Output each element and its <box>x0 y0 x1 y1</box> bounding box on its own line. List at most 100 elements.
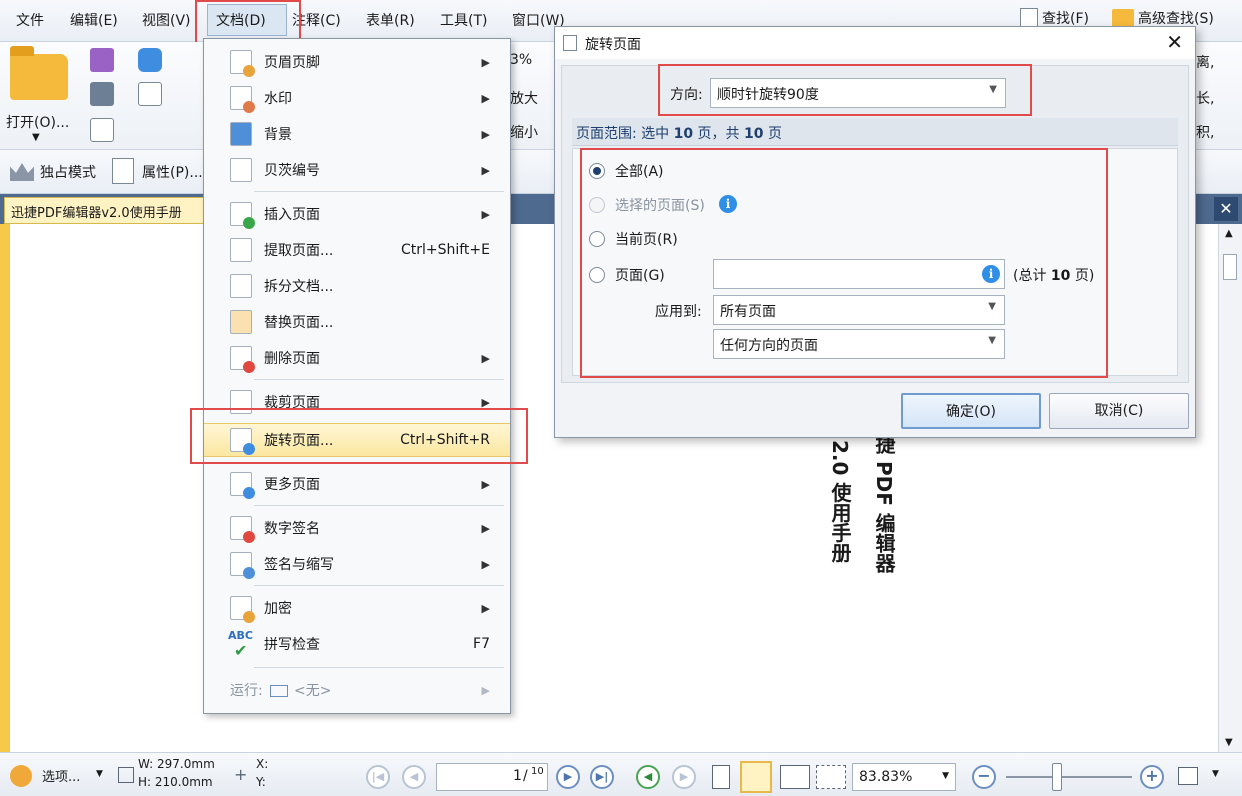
fit-page-icon[interactable] <box>1178 767 1198 785</box>
zoom-select[interactable]: 83.83% ▼ <box>852 763 956 791</box>
radio-all[interactable] <box>589 163 605 179</box>
advanced-find-button[interactable]: 高级查找(S) <box>1112 8 1214 28</box>
menu-item-insert-page[interactable]: 插入页面 ▶ <box>204 197 510 231</box>
open-dropdown-icon[interactable]: ▼ <box>32 132 40 143</box>
dialog-body: 方向: 顺时针旋转90度 ▼ 页面范围: 选中 10 页，共 10 页 全部(A… <box>561 65 1189 383</box>
continuous-page-icon[interactable] <box>740 761 772 793</box>
menu-edit[interactable]: 编辑(E) <box>70 10 118 30</box>
insert-page-icon <box>230 202 255 229</box>
cursor-position-icon: + <box>234 765 248 784</box>
pages-info-icon[interactable]: i <box>982 265 1000 283</box>
menu-item-spell-check[interactable]: ABC ✔ 拼写检查 F7 <box>204 627 510 661</box>
menu-item-rotate-page[interactable]: 旋转页面... Ctrl+Shift+R <box>204 423 510 457</box>
last-page-icon[interactable]: ▶| <box>590 765 614 789</box>
split-document-icon <box>230 274 252 298</box>
menu-item-label: 拼写检查 <box>264 637 320 653</box>
menu-item-label: 提取页面... <box>264 243 334 259</box>
menu-item-extract-page[interactable]: 提取页面... Ctrl+Shift+E <box>204 233 510 267</box>
radio-pages[interactable] <box>589 267 605 283</box>
bates-number-icon <box>230 158 252 182</box>
more-options-icon[interactable]: ▼ <box>1212 769 1219 779</box>
ribbon-right-label-3[interactable]: 积, <box>1196 122 1214 142</box>
menu-item-delete-page[interactable]: 删除页面 ▶ <box>204 341 510 375</box>
advanced-find-label: 高级查找(S) <box>1138 11 1214 27</box>
ribbon-right-label-2[interactable]: 长, <box>1196 88 1214 108</box>
menu-item-split-document[interactable]: 拆分文档... <box>204 269 510 303</box>
save-icon[interactable] <box>90 48 114 72</box>
page-number-input[interactable]: 1 / 10 <box>436 763 548 791</box>
export-icon[interactable] <box>90 118 114 142</box>
crown-icon[interactable] <box>10 163 34 181</box>
document-tab[interactable]: 迅捷PDF编辑器v2.0使用手册 <box>4 197 204 224</box>
options-gear-icon[interactable] <box>10 765 32 787</box>
menu-item-watermark[interactable]: 水印 ▶ <box>204 81 510 115</box>
back-icon[interactable]: ◀ <box>636 765 660 789</box>
menu-item-crop-page[interactable]: 裁剪页面 ▶ <box>204 385 510 419</box>
facing-pages-icon[interactable] <box>780 765 810 789</box>
continuous-facing-icon[interactable] <box>816 765 846 789</box>
menu-form[interactable]: 表单(R) <box>366 10 415 30</box>
first-page-icon[interactable]: |◀ <box>366 765 390 789</box>
menu-separator <box>254 585 504 586</box>
menu-item-replace-page[interactable]: 替换页面... <box>204 305 510 339</box>
menu-item-label: 页眉页脚 <box>264 55 320 71</box>
ok-button[interactable]: 确定(O) <box>901 393 1041 429</box>
open-folder-icon[interactable] <box>10 46 68 100</box>
cancel-button[interactable]: 取消(C) <box>1049 393 1189 429</box>
submenu-arrow-icon: ▶ <box>481 683 490 697</box>
options-dropdown-icon[interactable]: ▼ <box>96 769 103 779</box>
info-icon[interactable]: i <box>719 195 737 213</box>
single-page-icon[interactable] <box>712 765 730 789</box>
menu-item-sign-initial[interactable]: 签名与缩写 ▶ <box>204 547 510 581</box>
dialog-close-icon[interactable]: ✕ <box>1166 30 1183 54</box>
cursor-y: Y: <box>256 775 266 789</box>
properties-button[interactable]: 属性(P)... <box>142 162 203 182</box>
menu-item-bates-number[interactable]: 贝茨编号 ▶ <box>204 153 510 187</box>
radio-current-label[interactable]: 当前页(R) <box>615 229 678 249</box>
close-document-icon[interactable]: ✕ <box>1214 197 1238 221</box>
radio-current-page[interactable] <box>589 231 605 247</box>
scroll-down-icon[interactable]: ▼ <box>1225 737 1233 748</box>
menu-item-background[interactable]: 背景 ▶ <box>204 117 510 151</box>
zoom-out-icon[interactable]: − <box>972 765 996 789</box>
find-icon <box>1020 8 1038 28</box>
menu-item-encrypt[interactable]: 加密 ▶ <box>204 591 510 625</box>
open-label[interactable]: 打开(O)... <box>6 112 69 132</box>
folder-search-icon <box>1112 9 1134 27</box>
next-page-icon[interactable]: ▶ <box>556 765 580 789</box>
pages-input[interactable]: i <box>713 259 1005 289</box>
ribbon-right-label-1[interactable]: 离, <box>1196 52 1214 72</box>
zoom-in-icon[interactable]: + <box>1140 765 1164 789</box>
exclusive-mode-button[interactable]: 独占模式 <box>40 162 96 182</box>
new-document-icon[interactable] <box>138 82 162 106</box>
previous-page-icon[interactable]: ◀ <box>402 765 426 789</box>
properties-icon[interactable] <box>112 158 134 184</box>
direction-select[interactable]: 顺时针旋转90度 ▼ <box>710 78 1006 108</box>
vertical-scrollbar[interactable]: ▲ ▼ <box>1218 224 1242 752</box>
zoom-slider-track[interactable] <box>1006 776 1132 778</box>
menu-comment[interactable]: 注释(C) <box>292 10 341 30</box>
print-icon[interactable] <box>90 82 114 106</box>
menu-file[interactable]: 文件 <box>16 10 44 30</box>
scroll-thumb[interactable] <box>1223 254 1237 280</box>
menu-item-more-pages[interactable]: 更多页面 ▶ <box>204 467 510 501</box>
zoom-in-label[interactable]: 放大 <box>510 88 538 108</box>
zoom-slider-thumb[interactable] <box>1052 763 1062 791</box>
menu-view[interactable]: 视图(V) <box>142 10 191 30</box>
page-width: W: 297.0mm <box>138 757 215 771</box>
scan-icon[interactable] <box>138 48 162 72</box>
radio-all-label[interactable]: 全部(A) <box>615 161 664 181</box>
menu-item-header-footer[interactable]: 页眉页脚 ▶ <box>204 45 510 79</box>
menu-tools[interactable]: 工具(T) <box>440 10 487 30</box>
apply-to-select[interactable]: 所有页面 ▼ <box>713 295 1005 325</box>
forward-icon[interactable]: ▶ <box>672 765 696 789</box>
menu-document[interactable]: 文档(D) <box>216 10 266 30</box>
menu-item-digital-signature[interactable]: 数字签名 ▶ <box>204 511 510 545</box>
options-button[interactable]: 选项... <box>42 766 80 785</box>
radio-pages-label[interactable]: 页面(G) <box>615 265 665 285</box>
find-button[interactable]: 查找(F) <box>1020 8 1089 28</box>
zoom-out-label[interactable]: 缩小 <box>510 122 538 142</box>
menu-item-run[interactable]: 运行: <无> ▶ <box>204 673 510 707</box>
orientation-select[interactable]: 任何方向的页面 ▼ <box>713 329 1005 359</box>
scroll-up-icon[interactable]: ▲ <box>1225 228 1233 239</box>
